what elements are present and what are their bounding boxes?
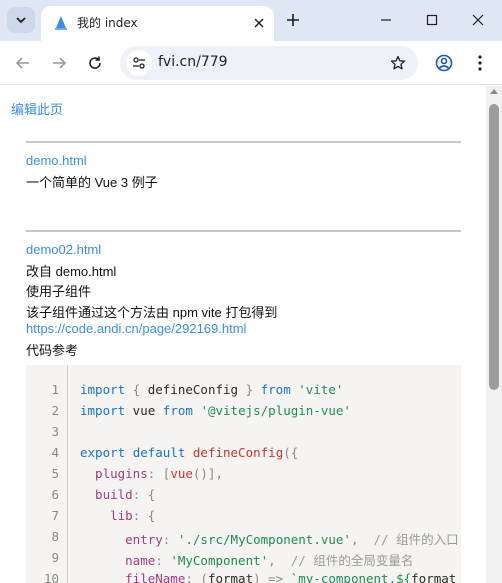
line-number: 1 [51,382,59,397]
active-tab[interactable]: 我的 index [41,6,274,41]
tab-title: 我的 index [77,16,138,30]
close-tab-button[interactable] [249,13,269,33]
line-number-gutter: 1 2 3 4 5 6 7 8 9 10 [26,365,68,583]
code-line: entry: './src/MyComponent.vue', // 组件的入口 [80,532,459,547]
demo02-note: 该子组件通过这个方法由 npm vite 打包得到 [26,305,278,320]
reference-link[interactable]: https://code.andi.cn/page/292169.html [26,321,246,336]
new-tab-button[interactable] [282,9,304,31]
close-icon [472,14,484,26]
line-number: 4 [51,445,59,460]
vertical-scrollbar[interactable] [486,86,502,583]
code-line: build: { [80,487,156,502]
profile-button[interactable] [430,49,458,77]
code-line: plugins: [vue()], [80,466,223,481]
address-bar[interactable]: fvi.cn/779 [120,46,418,80]
plus-icon [287,14,299,26]
browser-menu-button[interactable] [466,49,494,77]
reload-icon [89,56,101,69]
demo02-link[interactable]: demo02.html [26,242,101,257]
divider [26,230,461,232]
edit-page-link[interactable]: 编辑此页 [11,99,63,118]
code-reference-label: 代码参考 [26,343,79,358]
forward-button[interactable] [45,49,73,77]
demo02-note: 使用子组件 [26,284,92,299]
minimize-button[interactable] [363,0,409,40]
chevron-down-icon [16,17,26,24]
star-icon [390,55,406,70]
line-number: 7 [51,508,59,523]
url-text: fvi.cn/779 [158,54,228,70]
code-line: import { defineConfig } from 'vite' [80,382,344,397]
code-line: export default defineConfig({ [80,445,299,460]
reload-button[interactable] [81,49,109,77]
line-number: 3 [51,424,59,439]
demo02-note: 改自 demo.html [26,264,117,279]
site-info-button[interactable] [126,50,152,76]
minimize-icon [381,19,391,21]
back-button[interactable] [9,49,37,77]
code-line: import vue from '@vitejs/plugin-vue' [80,403,351,418]
close-window-button[interactable] [455,0,501,40]
code-block: 1 2 3 4 5 6 7 8 9 10 import { defineConf… [26,365,461,583]
scroll-up-arrow-icon[interactable] [490,89,498,94]
maximize-button[interactable] [409,0,455,40]
code-line: fileName: (format) => `my-component.${fo… [80,571,457,583]
line-number: 9 [51,550,59,565]
vuepress-favicon-icon [55,16,67,30]
tune-icon [133,57,145,69]
line-number: 5 [51,466,59,481]
code-line: lib: { [80,508,156,523]
scrollbar-thumb[interactable] [489,104,499,390]
account-icon [435,54,453,72]
tab-strip: 我的 index [0,0,502,41]
line-number: 8 [51,529,59,544]
demo-description: 一个简单的 Vue 3 例子 [26,175,158,190]
forward-arrow-icon [53,57,67,69]
demo-link[interactable]: demo.html [26,153,87,168]
divider [26,141,461,143]
bookmark-button[interactable] [386,51,410,75]
line-number: 2 [51,403,59,418]
maximize-icon [426,14,438,26]
code-line: name: 'MyComponent', // 组件的全局变量名 [80,553,414,568]
page-viewport: 编辑此页 demo.html 一个简单的 Vue 3 例子 demo02.htm… [0,86,486,583]
line-number: 10 [43,571,59,583]
tab-search-button[interactable] [7,7,35,33]
browser-toolbar: fvi.cn/779 [0,41,502,85]
back-arrow-icon [15,57,29,69]
line-number: 6 [51,487,59,502]
close-icon [254,18,264,28]
more-vert-icon [478,55,482,71]
